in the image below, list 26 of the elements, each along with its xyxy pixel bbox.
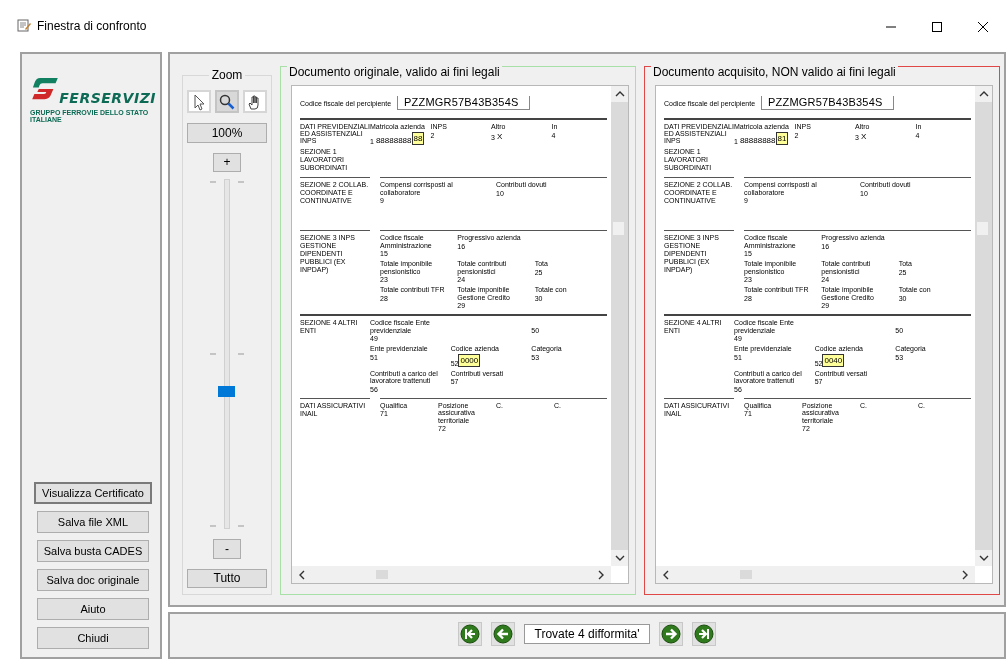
difference-count-field: Trovate 4 difformita' — [524, 623, 650, 644]
fiscal-code: PZZMGR57B43B354S — [397, 96, 530, 110]
difference-highlight: 81 — [775, 131, 789, 145]
difference-highlight: 0000 — [458, 353, 481, 367]
field-value: 88888888 — [739, 135, 776, 145]
sidebar-button[interactable]: Salva doc originale — [37, 569, 149, 591]
field-value: X — [496, 131, 503, 141]
sidebar-button[interactable]: Salva busta CADES — [37, 540, 149, 562]
difference-highlight: 88 — [411, 131, 425, 145]
zoom-out-button[interactable]: - — [213, 539, 241, 559]
zoom-title: Zoom — [210, 68, 244, 82]
sidebar-button[interactable]: Chiudi — [37, 627, 149, 649]
field-value: 88888888 — [375, 135, 412, 145]
pane-title: Documento originale, valido ai fini legali — [287, 65, 502, 79]
sidebar-button[interactable]: Aiuto — [37, 598, 149, 620]
logo-name: FERSERVIZI — [58, 90, 156, 106]
window-title: Finestra di confronto — [37, 18, 147, 34]
pane-title: Documento acquisito, NON valido ai fini legali — [651, 65, 898, 79]
field-value: X — [860, 131, 867, 141]
fiscal-code: PZZMGR57B43B354S — [761, 96, 894, 110]
sidebar-button[interactable]: Visualizza Certificato — [34, 482, 152, 504]
sidebar-button[interactable]: Salva file XML — [37, 511, 149, 533]
zoom-percent-button[interactable]: 100% — [187, 123, 267, 143]
zoom-in-button[interactable]: + — [213, 152, 241, 172]
fit-button[interactable]: Tutto — [187, 568, 267, 588]
difference-highlight: 0040 — [822, 353, 845, 367]
